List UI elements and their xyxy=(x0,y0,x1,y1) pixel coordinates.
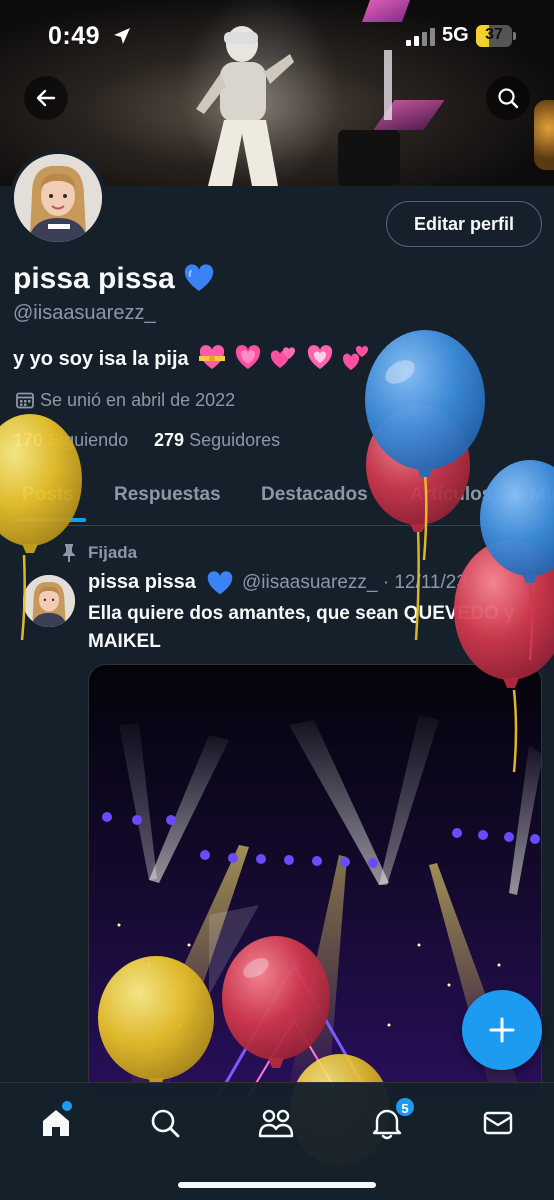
location-arrow-icon xyxy=(114,28,130,44)
network-type: 5G xyxy=(442,24,469,46)
revolving-hearts-icon xyxy=(342,345,369,370)
search-icon xyxy=(151,1109,180,1138)
messages-envelope-icon xyxy=(483,1111,513,1135)
search-icon xyxy=(498,88,519,109)
heart-ribbon-icon xyxy=(199,345,225,369)
cellular-signal-icon xyxy=(406,28,435,46)
home-indicator-bar[interactable] xyxy=(178,1182,376,1188)
post-author-meta: @iisaasuarezz_ · 12/11/23 xyxy=(242,572,467,593)
arrow-left-icon xyxy=(36,89,56,107)
profile-handle: @iisaasuarezz_ xyxy=(13,302,156,324)
compose-post-button[interactable] xyxy=(462,990,542,1070)
notifications-badge: 5 xyxy=(394,1096,416,1118)
edit-profile-button[interactable]: Editar perfil xyxy=(386,201,542,247)
profile-avatar[interactable] xyxy=(10,150,106,246)
tab-destacados[interactable]: Destacados xyxy=(261,484,368,506)
calendar-icon xyxy=(16,392,34,409)
tab-media[interactable]: Mu xyxy=(530,484,554,506)
profile-display-name: pissa pissa xyxy=(13,262,175,295)
two-hearts-icon xyxy=(270,347,295,368)
avatar-photo xyxy=(14,154,102,242)
followers-label: Seguidores xyxy=(189,430,281,450)
bio-emojis xyxy=(198,344,370,374)
growing-heart-icon xyxy=(235,345,261,369)
battery-level: 37 xyxy=(485,26,503,43)
status-time: 0:49 xyxy=(48,22,101,50)
status-bar: 0:49 5G 37 xyxy=(0,0,554,70)
back-button[interactable] xyxy=(24,76,68,120)
sparkling-heart-icon xyxy=(307,345,333,369)
post-text: Ella quiere dos amantes, que sean QUEVED… xyxy=(88,603,515,652)
home-icon xyxy=(43,1110,69,1136)
pinned-label: Fijada xyxy=(88,543,138,562)
search-profile-button[interactable] xyxy=(486,76,530,120)
home-notification-dot xyxy=(62,1101,72,1111)
profile-bio: y yo soy isa la pija xyxy=(13,348,189,370)
followers-link[interactable]: 279 Seguidores xyxy=(154,430,280,451)
post-author-avatar[interactable] xyxy=(23,575,75,627)
post-avatar-photo xyxy=(23,575,75,627)
battery-icon: 37 xyxy=(476,25,516,47)
nav-messages[interactable] xyxy=(478,1103,518,1143)
following-link[interactable]: 170 Siguiendo xyxy=(13,430,128,451)
active-tab-indicator xyxy=(16,518,86,522)
post-author-name[interactable]: pissa pissa xyxy=(88,571,196,594)
tab-respuestas[interactable]: Respuestas xyxy=(114,484,221,506)
tab-posts[interactable]: Posts xyxy=(22,484,74,506)
followers-count: 279 xyxy=(154,430,185,450)
following-count: 170 xyxy=(13,430,44,450)
tab-articulos[interactable]: Artículos xyxy=(410,484,492,506)
nav-communities[interactable] xyxy=(256,1103,296,1143)
pin-icon xyxy=(63,544,75,562)
blue-heart-icon xyxy=(184,264,214,291)
blue-heart-icon xyxy=(207,571,233,595)
communities-icon xyxy=(258,1109,294,1138)
nav-search[interactable] xyxy=(145,1103,185,1143)
following-label: Siguiendo xyxy=(48,430,129,450)
plus-icon xyxy=(489,1017,515,1043)
joined-date: Se unió en abril de 2022 xyxy=(40,390,236,410)
